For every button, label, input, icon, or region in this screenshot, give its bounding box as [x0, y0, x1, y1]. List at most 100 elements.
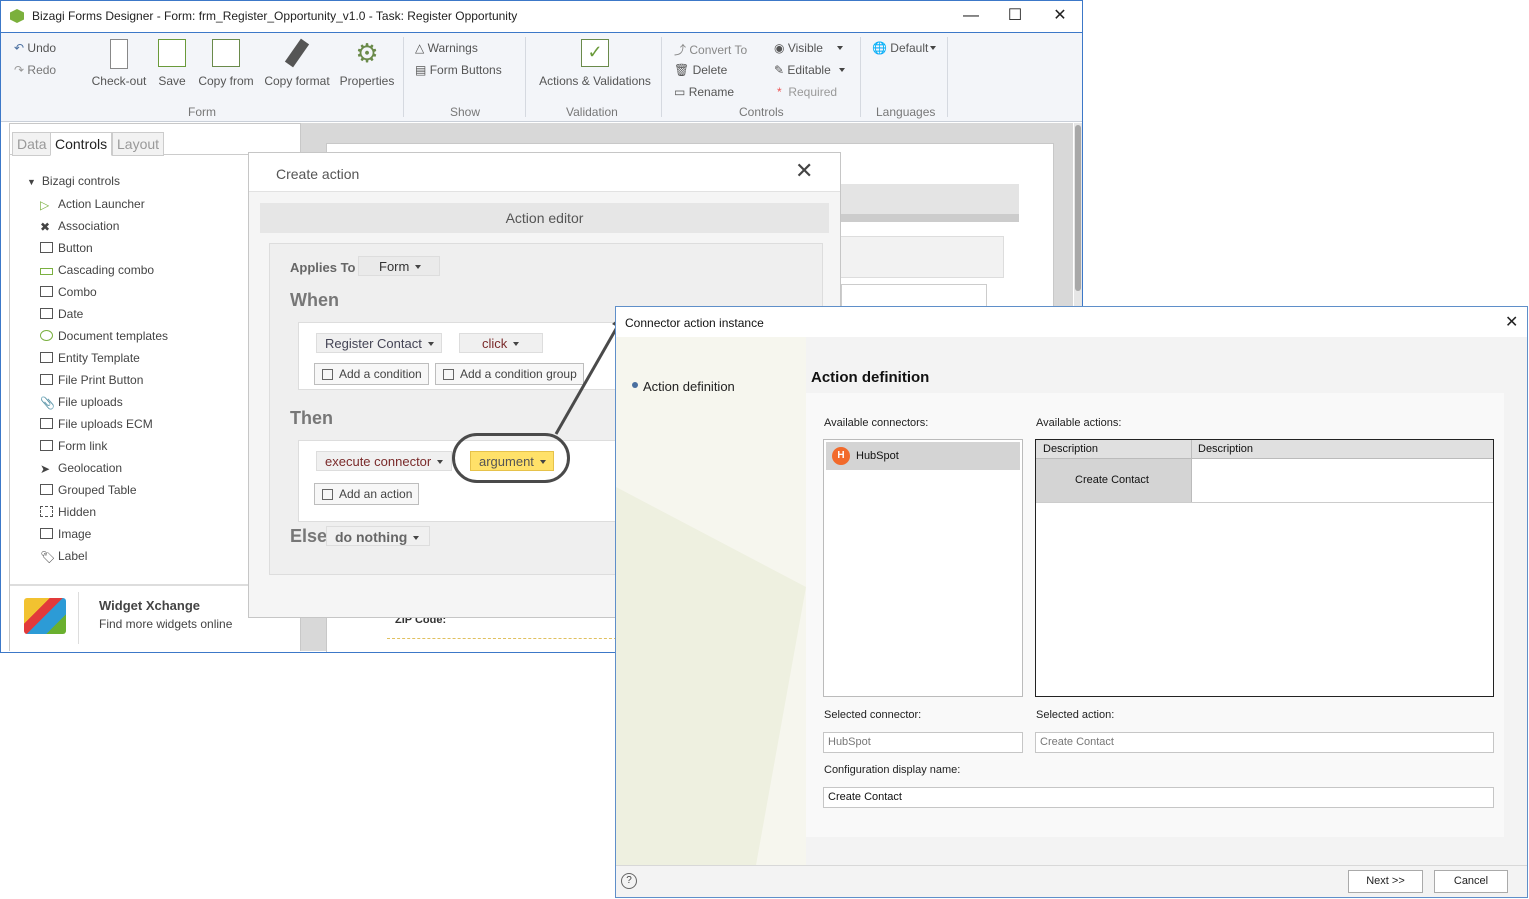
tree-item-combo[interactable]: Combo [40, 281, 97, 303]
tree-root-label: Bizagi controls [41, 174, 120, 188]
when-control-dropdown[interactable]: Register Contact [316, 333, 442, 353]
scrollbar-thumb[interactable] [1075, 125, 1081, 291]
close-icon[interactable]: ✕ [795, 158, 813, 184]
warnings-button[interactable]: △ Warnings [415, 41, 478, 55]
required-button[interactable]: * Required [777, 85, 837, 99]
undo-button[interactable]: ↶ Undo [14, 41, 56, 55]
tree-item-cascading-combo[interactable]: Cascading combo [40, 259, 154, 281]
convert-to-button[interactable]: ⤴ Convert To [674, 41, 747, 58]
wizard-step-action-definition[interactable]: Action definition [643, 379, 735, 394]
tree-root[interactable]: ▼ Bizagi controls [27, 170, 120, 192]
printer-icon [40, 374, 53, 385]
else-dropdown[interactable]: do nothing [326, 526, 430, 546]
button-icon [40, 242, 53, 253]
when-event-dropdown[interactable]: click [459, 333, 543, 353]
calendar-icon [40, 308, 53, 319]
close-icon[interactable]: ✕ [1505, 312, 1518, 332]
tree-item-date[interactable]: Date [40, 303, 83, 325]
language-dropdown[interactable]: 🌐 Default [872, 41, 937, 55]
hubspot-icon: H [832, 447, 850, 465]
brush-icon [284, 38, 310, 68]
group-separator [525, 37, 526, 117]
tree-item-label: Action Launcher [58, 197, 145, 211]
warning-icon: △ [415, 41, 425, 55]
tab-layout[interactable]: Layout [112, 132, 165, 156]
tree-item-button[interactable]: Button [40, 237, 93, 259]
redo-button[interactable]: ↷ Redo [14, 63, 56, 77]
group-separator [403, 37, 404, 117]
properties-button[interactable]: ⚙ Properties [337, 39, 397, 88]
editable-dropdown[interactable]: ✎ Editable [774, 63, 845, 77]
checkout-button[interactable]: Check-out [89, 39, 149, 88]
cancel-button[interactable]: Cancel [1434, 870, 1508, 893]
tree-item-document-templates[interactable]: Document templates [40, 325, 168, 347]
copy-format-button[interactable]: Copy format [261, 38, 333, 88]
tree-item-action-launcher[interactable]: ▷ Action Launcher [40, 193, 145, 215]
convert-to-label: Convert To [689, 43, 748, 57]
minimize-button[interactable]: — [949, 5, 993, 27]
tree-item-file-print-button[interactable]: File Print Button [40, 369, 143, 391]
applies-to-dropdown[interactable]: Form [358, 256, 440, 276]
selected-action-field: Create Contact [1035, 732, 1494, 753]
association-icon: ✖ [40, 220, 51, 234]
group-form-title: Form [188, 105, 216, 119]
tree-item-hidden[interactable]: Hidden [40, 501, 96, 523]
cascading-combo-icon [40, 268, 53, 275]
delete-button[interactable]: 🗑 Delete [674, 63, 727, 77]
tree-item-label: Geolocation [58, 461, 123, 475]
available-actions-label: Available actions: [1036, 417, 1122, 429]
add-action-button[interactable]: Add an action [314, 483, 420, 505]
tree-item-file-uploads[interactable]: 📎 File uploads [40, 391, 123, 413]
tree-item-label: Hidden [58, 505, 97, 519]
add-condition-button[interactable]: Add a condition [314, 363, 429, 385]
copy-from-button[interactable]: Copy from [195, 39, 257, 88]
tree-item-file-uploads-ecm[interactable]: File uploads ECM [40, 413, 153, 435]
then-action-value: execute connector [325, 454, 432, 469]
group-validation-title: Validation [566, 105, 618, 119]
visible-label: Visible [787, 41, 823, 55]
tree-item-image[interactable]: Image [40, 523, 91, 545]
tree-item-label: File Print Button [58, 373, 144, 387]
actions-column-header[interactable]: Description [1198, 443, 1253, 455]
config-name-input[interactable]: Create Contact [823, 787, 1494, 808]
rename-button[interactable]: ▭ Rename [674, 85, 734, 99]
connector-action-dialog: Connector action instance ✕ Action defin… [615, 306, 1528, 898]
sidebar-decoration [616, 487, 806, 865]
tree-item-form-link[interactable]: Form link [40, 435, 107, 457]
tree-item-entity-template[interactable]: Entity Template [40, 347, 140, 369]
when-label: When [290, 290, 339, 310]
then-action-dropdown[interactable]: execute connector [316, 451, 452, 471]
form-buttons-toggle[interactable]: ▤ Form Buttons [415, 63, 502, 77]
help-icon[interactable]: ? [621, 873, 637, 889]
step-bullet-icon [632, 382, 638, 388]
tree-item-grouped-table[interactable]: Grouped Table [40, 479, 137, 501]
save-button[interactable]: Save [154, 39, 190, 88]
form-input [841, 284, 987, 308]
actions-validations-button[interactable]: ✓ Actions & Validations [535, 39, 655, 88]
close-window-button[interactable]: ✕ [1038, 5, 1082, 27]
image-icon [40, 528, 53, 539]
selected-connector-field: HubSpot [823, 732, 1023, 753]
tree-item-geolocation[interactable]: ➤ Geolocation [40, 457, 122, 479]
connectors-list[interactable]: H HubSpot [823, 439, 1023, 697]
tab-controls[interactable]: Controls [50, 132, 113, 156]
visible-dropdown[interactable]: ◉ Visible [774, 41, 843, 55]
tree-item-association[interactable]: ✖ Association [40, 215, 119, 237]
tree-item-label[interactable]: 🏷 Label [40, 545, 87, 567]
tab-data[interactable]: Data [12, 132, 52, 156]
trash-icon: 🗑 [674, 63, 690, 77]
gear-icon: ⚙ [355, 38, 379, 68]
connector-item-hubspot[interactable]: H HubSpot [826, 442, 1020, 470]
actions-table-header [1036, 440, 1493, 459]
applies-to-label: Applies To [290, 260, 356, 275]
actions-column-header[interactable]: Description [1043, 443, 1098, 455]
geolocation-icon: ➤ [40, 462, 51, 476]
action-row-create-contact[interactable]: Create Contact [1036, 459, 1191, 502]
tree-item-label: Entity Template [58, 351, 140, 365]
available-connectors-label: Available connectors: [824, 417, 929, 429]
play-icon: ▷ [40, 198, 50, 212]
form-link-icon [40, 440, 53, 451]
group-separator [860, 37, 861, 117]
next-button[interactable]: Next >> [1348, 870, 1423, 893]
maximize-button[interactable]: ☐ [993, 5, 1037, 27]
